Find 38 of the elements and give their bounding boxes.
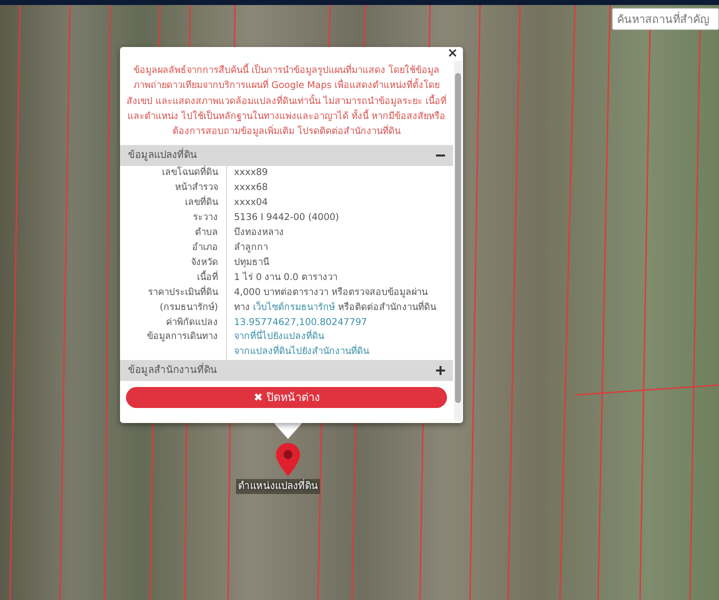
field-label: หน้าสำรวจ bbox=[175, 182, 218, 194]
field-label: ข้อมูลการเดินทาง bbox=[147, 331, 218, 342]
field-value: 1 ไร่ 0 งาน 0.0 ตารางวา bbox=[234, 272, 338, 283]
field-value: 5136 I 9442-00 (4000) bbox=[234, 212, 340, 224]
field-value: ปทุมธานี bbox=[234, 256, 269, 268]
marker-label: ตำแหน่งแปลงที่ดิน bbox=[236, 479, 320, 494]
value-link[interactable]: เว็บไซต์กรมธนารักษ์ bbox=[252, 302, 335, 313]
value-link[interactable]: จากที่นี่ไปยังแปลงที่ดิน bbox=[234, 331, 324, 342]
field-value: xxxx68 bbox=[234, 182, 268, 194]
field-value: 4,000 บาทต่อตารางวา หรือตรวจสอบข้อมูลผ่าน bbox=[234, 286, 428, 298]
field-label: (กรมธนารักษ์) bbox=[160, 302, 218, 313]
field-label: เลขที่ดิน bbox=[185, 197, 218, 208]
field-value: ทาง เว็บไซต์กรมธนารักษ์ หรือติดต่อสำนักงานที่ดิน bbox=[234, 302, 436, 313]
field-label: เนื้อที่ bbox=[197, 272, 218, 283]
section-title: ข้อมูลแปลงที่ดิน bbox=[128, 148, 197, 164]
close-button[interactable]: × bbox=[445, 47, 460, 60]
section-header[interactable]: ข้อมูลสำนักงานที่ดิน bbox=[120, 360, 453, 382]
section-title: ข้อมูลสำนักงานที่ดิน bbox=[128, 363, 217, 378]
value-link[interactable]: 13.95774627,100.80247797 bbox=[234, 316, 368, 328]
plus-icon[interactable] bbox=[436, 366, 445, 376]
field-label: จังหวัด bbox=[191, 256, 218, 268]
field-label: ค่าพิกัดแปลง bbox=[166, 316, 218, 328]
field-label: อำเภอ bbox=[192, 242, 218, 254]
field-label: ระวาง bbox=[193, 212, 218, 224]
field-value: บึงทองหลาง bbox=[234, 227, 284, 238]
search-field[interactable]: ค้นหาสถานที่สำคัญ bbox=[612, 8, 719, 30]
field-value: ลำลูกกา bbox=[234, 242, 268, 254]
field-label: ราคาประเมินที่ดิน bbox=[148, 286, 218, 298]
close-window-button[interactable]: ✖ ปิดหน้าต่าง bbox=[126, 387, 447, 408]
field-label: ตำบล bbox=[195, 227, 218, 238]
value-link[interactable]: จากแปลงที่ดินไปยังสำนักงานที่ดิน bbox=[234, 346, 369, 358]
field-label: เลขโฉนดที่ดิน bbox=[162, 167, 218, 178]
map-pin-icon[interactable] bbox=[276, 443, 300, 476]
field-value: xxxx04 bbox=[234, 197, 268, 208]
field-value: xxxx89 bbox=[234, 167, 268, 178]
scrollbar[interactable] bbox=[454, 61, 462, 421]
section-header[interactable]: ข้อมูลแปลงที่ดิน bbox=[120, 145, 453, 166]
disclaimer-text: ข้อมูลผลลัพธ์จากการสืบค้นนี้ เป็นการนำข้อมูลรูปแผนที่มาแสดง โดยใช้ข้อมูลภาพถ่ายดาวเทียมจากบริการแผนที่ Google Maps เพื่อแสดงตำแหน่งที่ตั้งโดยสังเขป และแสดงสภาพแวดล้อมแปลงที่ดินเท่านั้น ไม่สามารถนำข้อมูลระยะ เนื้อที่ และตำแหน่ง ไปใช้เป็นหลักฐานในทางแพ่งและอาญาได้ ทั้งนี้ หากมีข้อสงสัยหรือต้องการสอบถามข้อมูลเพิ่มเติม โปรดติดต่อสำนักงานที่ดิน bbox=[126, 62, 448, 140]
